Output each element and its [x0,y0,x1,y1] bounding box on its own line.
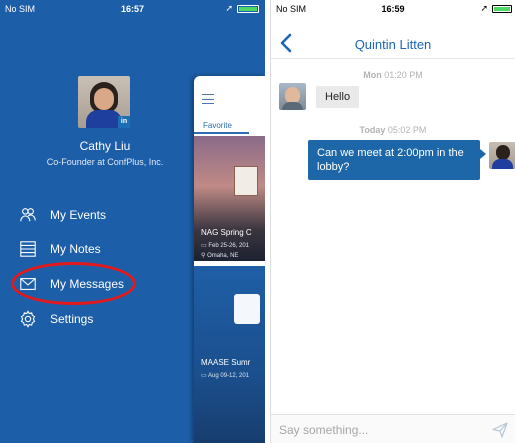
menu-item-label: My Notes [50,242,101,256]
event-card-nag[interactable]: NAG Spring C ▭ Feb 25-26, 201 ⚲ Omaha, N… [194,136,265,261]
menu-item-label: My Events [50,208,107,222]
profile-title: Co-Founder at ConfPlus, Inc. [46,157,164,167]
tab-favorite[interactable]: Favorite [203,121,232,130]
event-title: NAG Spring C [201,228,252,237]
menu-item-my-notes[interactable]: My Notes [18,236,193,262]
event-date: ▭ Feb 25-26, 201 [201,243,250,249]
event-card-maase[interactable]: MAASE Sumr ▭ Aug 09-12, 201 [194,266,265,443]
location-arrow-icon: ➚ [225,3,233,13]
clock: 16:59 [381,4,405,14]
side-drawer-screen: No SIM 16:57 ➚ in Cathy Liu Co-Founder a… [0,0,265,443]
status-bar: No SIM 16:59 ➚ [271,0,515,18]
event-location: ⚲ Omaha, NE [201,253,239,259]
profile-avatar[interactable]: in [78,76,130,128]
send-icon[interactable] [491,421,509,439]
menu-item-settings[interactable]: Settings [18,306,193,332]
highlight-ring [11,262,136,305]
menu-item-my-events[interactable]: My Events [18,202,193,228]
status-bar: No SIM 16:57 ➚ [0,0,265,18]
notes-icon [18,239,38,259]
event-image [234,166,258,196]
event-logo-icon [234,294,260,324]
message-input[interactable] [279,421,469,439]
battery-icon [492,5,512,13]
incoming-message-bubble: Hello [316,86,360,108]
conversation-title: Quintin Litten [354,37,432,52]
event-title: MAASE Sumr [201,358,251,367]
chat-screen: No SIM 16:59 ➚ Quintin Litten Mon 01:20 … [270,0,515,443]
profile-name: Cathy Liu [79,139,131,153]
main-screen-preview[interactable]: Favorite NAG Spring C ▭ Feb 25-26, 201 ⚲… [194,76,265,443]
gear-icon [18,309,38,329]
tab-indicator [194,132,249,134]
message-timestamp: Today 05:02 PM [359,125,427,135]
message-timestamp: Mon 01:20 PM [363,70,423,80]
user-avatar[interactable] [489,142,515,169]
event-date: ▭ Aug 09-12, 201 [201,373,250,379]
menu-item-label: Settings [50,312,94,326]
linkedin-badge-icon: in [118,116,130,128]
header-divider [271,58,515,59]
outgoing-message-bubble: Can we meet at 2:00pm in the lobby? [308,140,486,180]
hamburger-menu-icon[interactable] [202,94,214,104]
battery-icon [237,5,259,13]
location-arrow-icon: ➚ [480,3,488,13]
screenshot-root: No SIM 16:57 ➚ in Cathy Liu Co-Founder a… [0,0,515,443]
events-icon [18,205,38,225]
contact-avatar[interactable] [279,83,306,110]
message-composer [271,414,515,443]
